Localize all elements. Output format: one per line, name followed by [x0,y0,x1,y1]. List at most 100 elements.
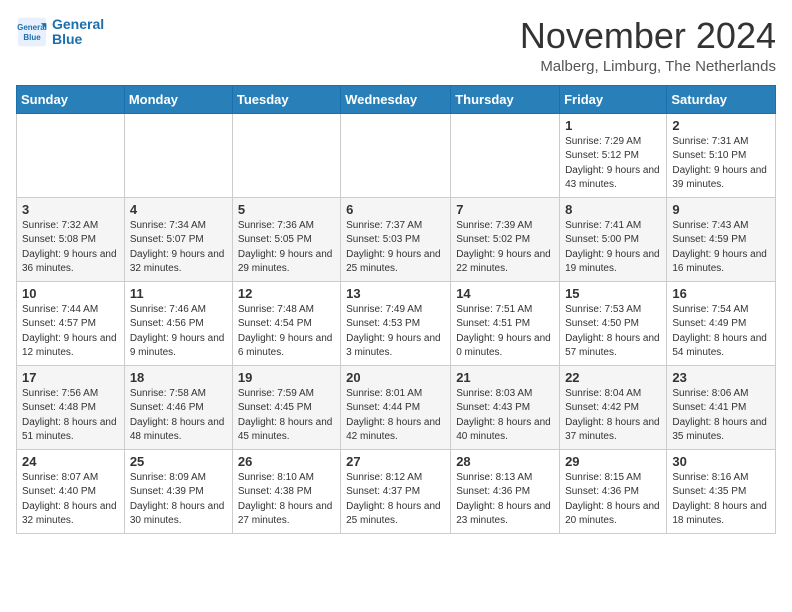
calendar-cell [451,113,560,197]
day-info: Sunrise: 7:54 AM Sunset: 4:49 PM Dayligh… [672,303,770,361]
calendar-cell: 24Sunrise: 8:07 AM Sunset: 4:40 PM Dayli… [17,449,125,533]
calendar-cell: 23 Sunrise: 8:06 AM Sunset: 4:41 PM Dayli… [667,365,776,449]
day-number: 14 [456,286,554,301]
day-info: Sunrise: 7:34 AM Sunset: 5:07 PM Dayligh… [130,219,227,277]
day-number: 2 [672,118,770,133]
calendar-cell [124,113,232,197]
title-area: November 2024 Malberg, Limburg, The Neth… [520,16,776,75]
calendar-cell: 30 Sunrise: 8:16 AM Sunset: 4:35 PM Dayli… [667,449,776,533]
day-number: 6 [346,202,445,217]
day-info: Sunrise: 7:41 AM Sunset: 5:00 PM Dayligh… [565,219,661,277]
logo-blue: Blue [52,32,104,47]
day-number: 23 [672,370,770,385]
day-number: 28 [456,454,554,469]
weekday-header-sunday: Sunday [17,85,125,113]
calendar-table: SundayMondayTuesdayWednesdayThursdayFrid… [16,85,776,534]
day-number: 29 [565,454,661,469]
day-number: 8 [565,202,661,217]
day-number: 16 [672,286,770,301]
calendar-cell: 6Sunrise: 7:37 AM Sunset: 5:03 PM Daylig… [341,197,451,281]
day-number: 15 [565,286,661,301]
logo: General Blue General Blue [16,16,104,48]
day-info: Sunrise: 7:44 AM Sunset: 4:57 PM Dayligh… [22,303,119,361]
day-info: Sunrise: 7:32 AM Sunset: 5:08 PM Dayligh… [22,219,119,277]
calendar-week-5: 24Sunrise: 8:07 AM Sunset: 4:40 PM Dayli… [17,449,776,533]
calendar-week-1: 1Sunrise: 7:29 AM Sunset: 5:12 PM Daylig… [17,113,776,197]
calendar-cell: 1Sunrise: 7:29 AM Sunset: 5:12 PM Daylig… [560,113,667,197]
day-info: Sunrise: 8:09 AM Sunset: 4:39 PM Dayligh… [130,471,227,529]
calendar-cell: 7Sunrise: 7:39 AM Sunset: 5:02 PM Daylig… [451,197,560,281]
calendar-cell: 12Sunrise: 7:48 AM Sunset: 4:54 PM Dayli… [232,281,340,365]
calendar-cell [17,113,125,197]
weekday-header-tuesday: Tuesday [232,85,340,113]
day-number: 9 [672,202,770,217]
day-number: 3 [22,202,119,217]
day-info: Sunrise: 7:36 AM Sunset: 5:05 PM Dayligh… [238,219,335,277]
calendar-cell: 11 Sunrise: 7:46 AM Sunset: 4:56 PM Dayli… [124,281,232,365]
weekday-header-row: SundayMondayTuesdayWednesdayThursdayFrid… [17,85,776,113]
calendar-cell: 25 Sunrise: 8:09 AM Sunset: 4:39 PM Dayli… [124,449,232,533]
calendar-cell: 28 Sunrise: 8:13 AM Sunset: 4:36 PM Dayli… [451,449,560,533]
calendar-cell: 21 Sunrise: 8:03 AM Sunset: 4:43 PM Dayli… [451,365,560,449]
calendar-cell: 18Sunrise: 7:58 AM Sunset: 4:46 PM Dayli… [124,365,232,449]
calendar-cell: 13Sunrise: 7:49 AM Sunset: 4:53 PM Dayli… [341,281,451,365]
day-number: 13 [346,286,445,301]
day-number: 4 [130,202,227,217]
day-info: Sunrise: 7:53 AM Sunset: 4:50 PM Dayligh… [565,303,661,361]
month-title: November 2024 [520,16,776,56]
calendar-cell [232,113,340,197]
day-info: Sunrise: 7:48 AM Sunset: 4:54 PM Dayligh… [238,303,335,361]
day-info: Sunrise: 8:01 AM Sunset: 4:44 PM Dayligh… [346,387,445,445]
location-title: Malberg, Limburg, The Netherlands [520,58,776,75]
day-number: 22 [565,370,661,385]
calendar-cell: 5Sunrise: 7:36 AM Sunset: 5:05 PM Daylig… [232,197,340,281]
calendar-cell: 2Sunrise: 7:31 AM Sunset: 5:10 PM Daylig… [667,113,776,197]
day-number: 17 [22,370,119,385]
day-number: 10 [22,286,119,301]
day-number: 26 [238,454,335,469]
weekday-header-saturday: Saturday [667,85,776,113]
day-info: Sunrise: 7:46 AM Sunset: 4:56 PM Dayligh… [130,303,227,361]
day-info: Sunrise: 8:03 AM Sunset: 4:43 PM Dayligh… [456,387,554,445]
day-info: Sunrise: 7:43 AM Sunset: 4:59 PM Dayligh… [672,219,770,277]
weekday-header-thursday: Thursday [451,85,560,113]
day-info: Sunrise: 7:29 AM Sunset: 5:12 PM Dayligh… [565,135,661,193]
calendar-cell: 9 Sunrise: 7:43 AM Sunset: 4:59 PM Daylig… [667,197,776,281]
calendar-week-3: 10 Sunrise: 7:44 AM Sunset: 4:57 PM Dayli… [17,281,776,365]
day-info: Sunrise: 8:16 AM Sunset: 4:35 PM Dayligh… [672,471,770,529]
weekday-header-monday: Monday [124,85,232,113]
calendar-week-4: 17 Sunrise: 7:56 AM Sunset: 4:48 PM Dayli… [17,365,776,449]
logo-general: General [52,17,104,32]
page-header: General Blue General Blue November 2024 … [16,16,776,75]
day-info: Sunrise: 8:12 AM Sunset: 4:37 PM Dayligh… [346,471,445,529]
calendar-cell: 10 Sunrise: 7:44 AM Sunset: 4:57 PM Dayli… [17,281,125,365]
logo-icon: General Blue [16,16,48,48]
day-info: Sunrise: 8:13 AM Sunset: 4:36 PM Dayligh… [456,471,554,529]
day-info: Sunrise: 7:59 AM Sunset: 4:45 PM Dayligh… [238,387,335,445]
day-number: 25 [130,454,227,469]
day-number: 27 [346,454,445,469]
day-number: 20 [346,370,445,385]
calendar-cell: 19 Sunrise: 7:59 AM Sunset: 4:45 PM Dayli… [232,365,340,449]
calendar-cell: 26 Sunrise: 8:10 AM Sunset: 4:38 PM Dayli… [232,449,340,533]
weekday-header-friday: Friday [560,85,667,113]
day-number: 7 [456,202,554,217]
day-number: 24 [22,454,119,469]
day-number: 30 [672,454,770,469]
calendar-cell: 16 Sunrise: 7:54 AM Sunset: 4:49 PM Dayli… [667,281,776,365]
day-info: Sunrise: 8:10 AM Sunset: 4:38 PM Dayligh… [238,471,335,529]
calendar-cell: 27 Sunrise: 8:12 AM Sunset: 4:37 PM Dayli… [341,449,451,533]
calendar-cell: 4 Sunrise: 7:34 AM Sunset: 5:07 PM Daylig… [124,197,232,281]
calendar-cell: 3 Sunrise: 7:32 AM Sunset: 5:08 PM Daylig… [17,197,125,281]
svg-text:Blue: Blue [23,33,41,42]
day-info: Sunrise: 8:06 AM Sunset: 4:41 PM Dayligh… [672,387,770,445]
day-number: 21 [456,370,554,385]
calendar-cell: 14Sunrise: 7:51 AM Sunset: 4:51 PM Dayli… [451,281,560,365]
calendar-cell: 8 Sunrise: 7:41 AM Sunset: 5:00 PM Daylig… [560,197,667,281]
day-number: 18 [130,370,227,385]
day-info: Sunrise: 7:56 AM Sunset: 4:48 PM Dayligh… [22,387,119,445]
day-number: 19 [238,370,335,385]
calendar-cell: 17 Sunrise: 7:56 AM Sunset: 4:48 PM Dayli… [17,365,125,449]
day-number: 11 [130,286,227,301]
day-info: Sunrise: 8:04 AM Sunset: 4:42 PM Dayligh… [565,387,661,445]
